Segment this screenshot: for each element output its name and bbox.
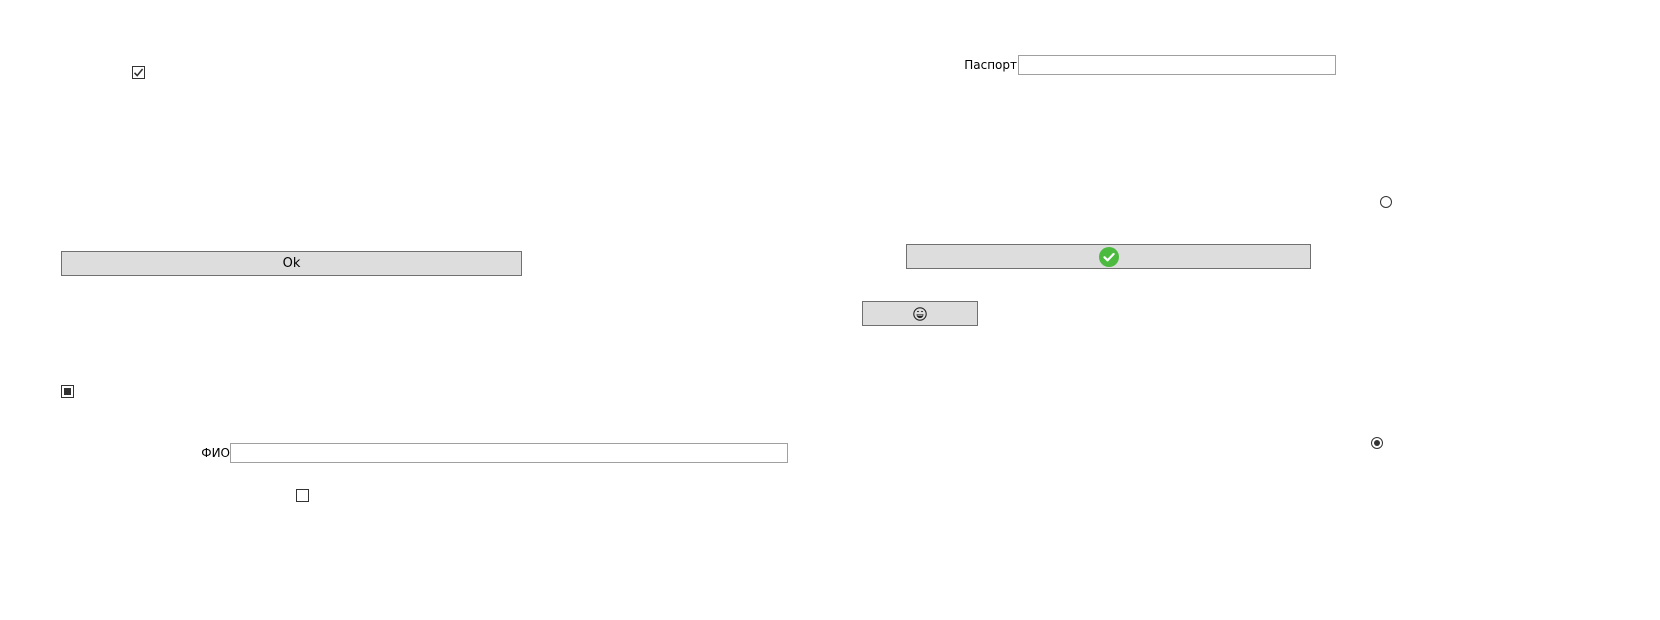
top-checkbox[interactable] [132,66,145,79]
radio-selected-dot [1374,440,1380,446]
confirm-button[interactable] [906,244,1311,269]
bottom-checkbox[interactable] [296,489,309,502]
ok-button[interactable]: Ok [61,251,522,276]
radio-top[interactable] [1380,196,1392,208]
passport-input[interactable] [1018,55,1336,75]
indeterminate-mark-icon [64,388,71,395]
indeterminate-checkbox[interactable] [61,385,74,398]
fio-label: ФИО [201,446,230,460]
checkmark-icon [133,67,144,78]
emoji-button[interactable] [862,301,978,326]
check-circle-icon [1098,246,1119,267]
passport-label: Паспорт [964,58,1017,72]
radio-bottom[interactable] [1371,437,1383,449]
fio-input[interactable] [230,443,788,463]
grinning-face-icon [913,306,927,321]
